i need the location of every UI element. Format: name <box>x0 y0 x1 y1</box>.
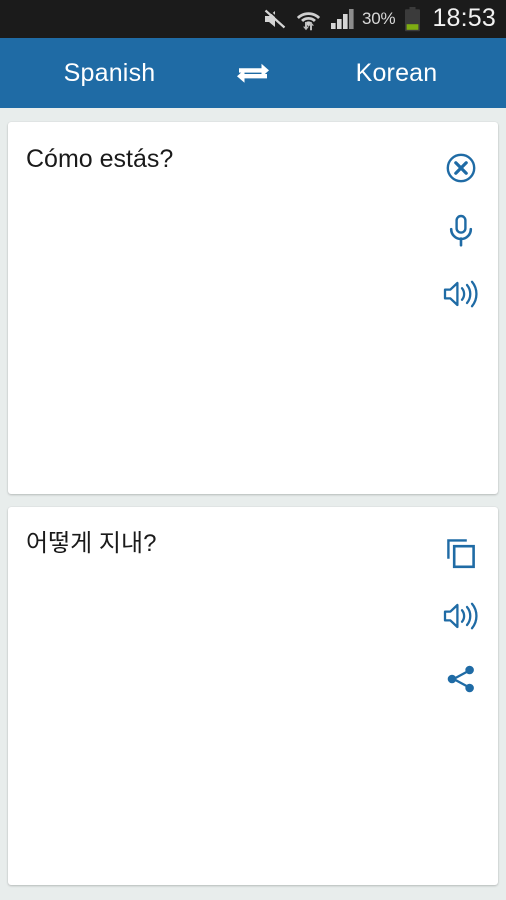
share-icon <box>447 665 474 693</box>
swap-languages-button[interactable] <box>225 45 281 101</box>
target-actions <box>424 525 498 714</box>
source-language-button[interactable]: Spanish <box>0 59 225 88</box>
copy-icon <box>447 539 475 569</box>
wifi-icon <box>296 8 321 31</box>
voice-input-button[interactable] <box>433 203 489 259</box>
target-language-button[interactable]: Korean <box>281 59 506 88</box>
app-screen: 30% 18:53 Spanish Korean Cómo estás? 어떻게… <box>0 0 506 900</box>
volume-mute-icon <box>263 8 287 30</box>
speaker-icon <box>443 602 478 630</box>
target-text: 어떻게 지내? <box>26 530 157 557</box>
battery-icon <box>404 6 421 32</box>
source-text[interactable]: Cómo estás? <box>26 142 422 176</box>
share-button[interactable] <box>433 651 489 707</box>
clear-button[interactable] <box>433 140 489 196</box>
clear-circle-icon <box>446 153 476 183</box>
swap-horizontal-icon <box>237 63 269 83</box>
copy-button[interactable] <box>433 525 489 581</box>
speaker-icon <box>443 280 478 308</box>
target-text-card[interactable]: 어떻게 지내? <box>8 507 498 885</box>
battery-percent-label: 30% <box>362 9 396 28</box>
listen-source-button[interactable] <box>433 266 489 322</box>
microphone-icon <box>449 214 473 247</box>
status-bar: 30% 18:53 <box>0 0 506 38</box>
status-bar-clock: 18:53 <box>432 3 496 32</box>
listen-target-button[interactable] <box>433 588 489 644</box>
cellular-signal-icon <box>330 8 356 30</box>
source-actions <box>424 140 498 329</box>
source-text-card[interactable]: Cómo estás? <box>8 122 498 494</box>
language-header: Spanish Korean <box>0 38 506 108</box>
